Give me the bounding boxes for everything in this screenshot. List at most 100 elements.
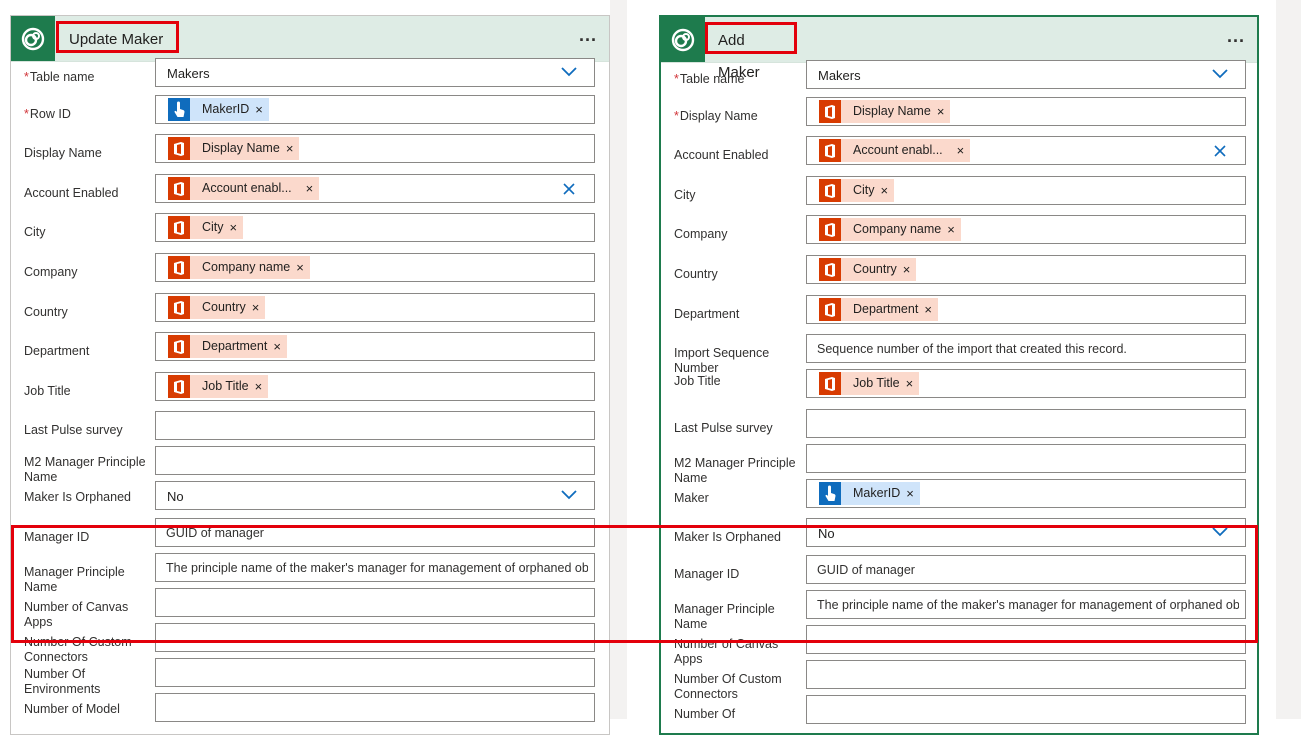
department-input[interactable]: Department ×: [806, 295, 1246, 324]
field-label-text: Number of Model: [24, 702, 120, 716]
manager-principle-name-input[interactable]: The principle name of the maker's manage…: [806, 590, 1246, 619]
department-input[interactable]: Department ×: [155, 332, 595, 361]
number-of-canvas-apps-input[interactable]: [155, 588, 595, 617]
office365-users-icon: [819, 372, 841, 395]
dynamic-content-token[interactable]: Display Name ×: [819, 100, 951, 123]
number-of-model-input[interactable]: [155, 693, 595, 722]
field-label: Department: [24, 344, 159, 359]
m2-manager-principle-name-input[interactable]: [155, 446, 595, 475]
display-name-input[interactable]: Display Name ×: [155, 134, 595, 163]
dynamic-content-token[interactable]: Country ×: [168, 296, 266, 319]
number-of-environments-input[interactable]: [155, 658, 595, 687]
manager-id-input[interactable]: GUID of manager: [806, 555, 1246, 584]
dynamic-content-token[interactable]: MakerID ×: [168, 98, 269, 121]
company-input[interactable]: Company name ×: [155, 253, 595, 282]
account-enabled-input[interactable]: Account enabl... ×: [155, 174, 595, 203]
more-options-icon[interactable]: ...: [1227, 26, 1245, 46]
remove-token-icon[interactable]: ×: [296, 256, 304, 279]
chevron-down-icon[interactable]: [1211, 68, 1229, 80]
token-body: Country ×: [190, 296, 266, 319]
city-input[interactable]: City ×: [806, 176, 1246, 205]
country-input[interactable]: Country ×: [155, 293, 595, 322]
import-sequence-number-input[interactable]: Sequence number of the import that creat…: [806, 334, 1246, 363]
dynamic-content-token[interactable]: MakerID ×: [819, 482, 920, 505]
remove-token-icon[interactable]: ×: [230, 216, 238, 239]
chevron-down-icon[interactable]: [560, 489, 578, 501]
field-label: Company: [24, 265, 159, 280]
table-name-dropdown[interactable]: Makers: [155, 58, 595, 87]
remove-token-icon[interactable]: ×: [906, 482, 914, 505]
number-of-custom-connectors-input[interactable]: [806, 660, 1246, 689]
field-label: Last Pulse survey: [674, 421, 809, 436]
remove-token-icon[interactable]: ×: [273, 335, 281, 358]
field-label: Number Of Environments: [24, 667, 159, 697]
last-pulse-survey-input[interactable]: [155, 411, 595, 440]
remove-token-icon[interactable]: ×: [903, 258, 911, 281]
card-header[interactable]: Update Maker ...: [11, 16, 609, 62]
city-input[interactable]: City ×: [155, 213, 595, 242]
remove-token-icon[interactable]: ×: [906, 372, 914, 395]
placeholder-text: GUID of manager: [166, 526, 264, 540]
dynamic-content-token[interactable]: City ×: [168, 216, 244, 239]
card-title[interactable]: Add Maker: [705, 22, 797, 81]
update-maker-action-card[interactable]: Update Maker ... *Table name Makers *Row I…: [10, 15, 610, 735]
clear-field-icon[interactable]: [562, 182, 576, 196]
field-label-text: Manager Principle Name: [674, 602, 775, 631]
dynamic-content-token[interactable]: Department ×: [819, 298, 938, 321]
number-of-canvas-apps-input[interactable]: [806, 625, 1246, 654]
dynamic-content-token[interactable]: Department ×: [168, 335, 287, 358]
field-label: Account Enabled: [674, 148, 809, 163]
manager-id-input[interactable]: GUID of manager: [155, 518, 595, 547]
remove-token-icon[interactable]: ×: [947, 218, 955, 241]
clear-field-icon[interactable]: [1213, 144, 1227, 158]
job-title-input[interactable]: Job Title ×: [806, 369, 1246, 398]
remove-token-icon[interactable]: ×: [255, 98, 263, 121]
remove-token-icon[interactable]: ×: [957, 139, 965, 162]
dynamic-content-token[interactable]: Company name ×: [819, 218, 961, 241]
table-name-dropdown[interactable]: Makers: [806, 60, 1246, 89]
manager-principle-name-input[interactable]: The principle name of the maker's manage…: [155, 553, 595, 582]
number-of-custom-connectors-input[interactable]: [155, 623, 595, 652]
remove-token-icon[interactable]: ×: [881, 179, 889, 202]
field-label: *Row ID: [24, 107, 159, 122]
dynamic-content-token[interactable]: Account enabl... ×: [819, 139, 971, 162]
card-header[interactable]: Add Maker ...: [661, 17, 1257, 81]
field-label: Number of Canvas Apps: [674, 637, 809, 667]
display-name-input[interactable]: Display Name ×: [806, 97, 1246, 126]
account-enabled-input[interactable]: Account enabl... ×: [806, 136, 1246, 165]
remove-token-icon[interactable]: ×: [937, 100, 945, 123]
remove-token-icon[interactable]: ×: [306, 177, 314, 200]
country-input[interactable]: Country ×: [806, 255, 1246, 284]
row-id-input[interactable]: MakerID ×: [155, 95, 595, 124]
maker-is-orphaned-dropdown[interactable]: No: [155, 481, 595, 510]
dynamic-content-token[interactable]: City ×: [819, 179, 895, 202]
remove-token-icon[interactable]: ×: [924, 298, 932, 321]
number-of-input[interactable]: [806, 695, 1246, 724]
office365-users-icon: [819, 218, 841, 241]
maker-input[interactable]: MakerID ×: [806, 479, 1246, 508]
remove-token-icon[interactable]: ×: [252, 296, 260, 319]
field-label: Job Title: [674, 374, 809, 389]
m2-manager-principle-name-input[interactable]: [806, 444, 1246, 473]
last-pulse-survey-input[interactable]: [806, 409, 1246, 438]
company-input[interactable]: Company name ×: [806, 215, 1246, 244]
dynamic-content-token[interactable]: Job Title ×: [819, 372, 920, 395]
chevron-down-icon[interactable]: [560, 66, 578, 78]
remove-token-icon[interactable]: ×: [255, 375, 263, 398]
remove-token-icon[interactable]: ×: [286, 137, 294, 160]
add-maker-action-card[interactable]: Add Maker ... *Table name Makers *Display …: [659, 15, 1259, 735]
dynamic-content-token[interactable]: Company name ×: [168, 256, 310, 279]
dynamic-content-token[interactable]: Account enabl... ×: [168, 177, 320, 200]
manual-trigger-icon: [168, 98, 190, 121]
card-title[interactable]: Update Maker: [56, 21, 179, 53]
dynamic-content-token[interactable]: Display Name ×: [168, 137, 300, 160]
chevron-down-icon[interactable]: [1211, 526, 1229, 538]
more-options-icon[interactable]: ...: [579, 25, 597, 45]
required-asterisk: *: [24, 107, 29, 121]
maker-is-orphaned-dropdown[interactable]: No: [806, 518, 1246, 547]
dynamic-content-token[interactable]: Job Title ×: [168, 375, 269, 398]
dropdown-value: Makers: [818, 68, 861, 83]
field-label-text: Display Name: [679, 109, 758, 123]
job-title-input[interactable]: Job Title ×: [155, 372, 595, 401]
dynamic-content-token[interactable]: Country ×: [819, 258, 917, 281]
